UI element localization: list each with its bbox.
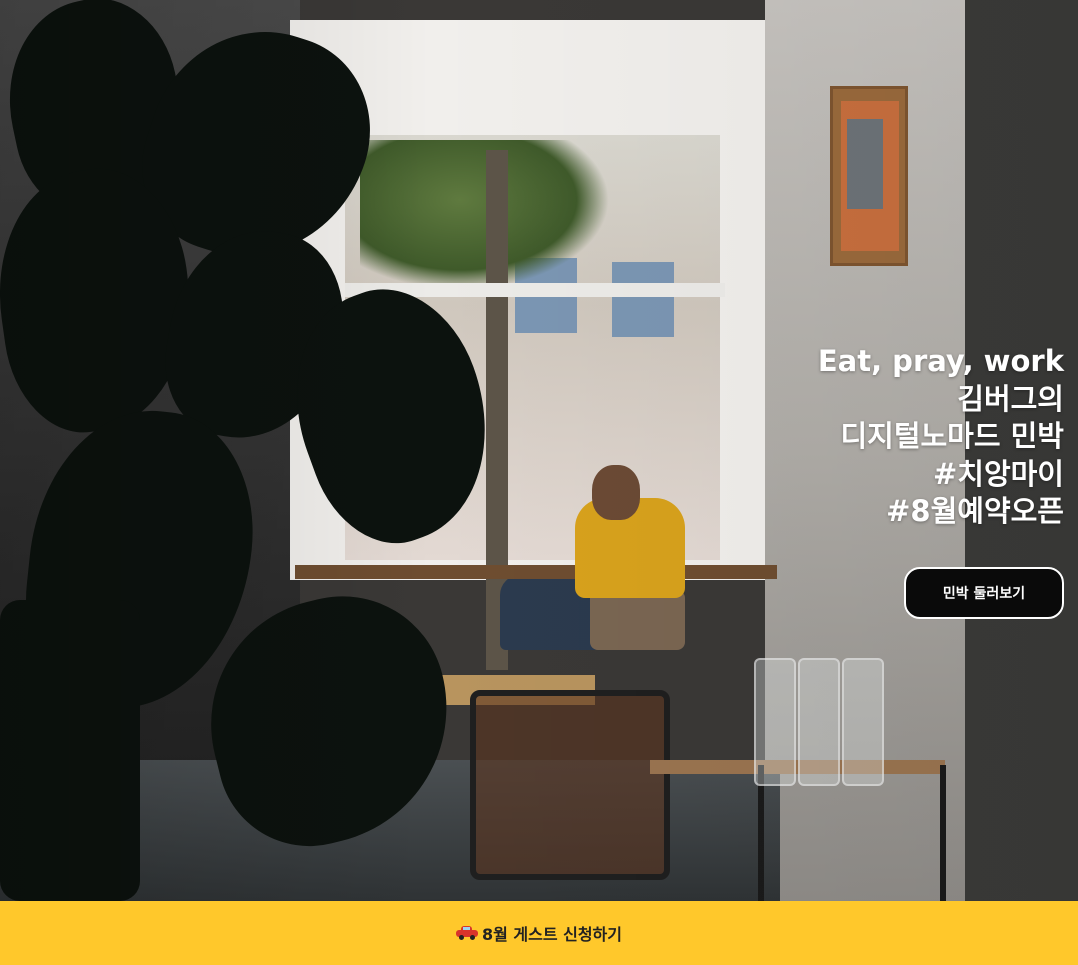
car-icon [455, 926, 478, 940]
guest-apply-banner[interactable]: 8월 게스트 신청하기 [0, 901, 1078, 965]
hero-line-2: 김버그의 [957, 381, 1064, 416]
hero-headline: Eat, pray, work 김버그의 디지털노마드 민박 #치앙마이 #8월… [664, 343, 1064, 531]
banner-label: 8월 게스트 신청하기 [481, 925, 623, 944]
hero-section: Eat, pray, work 김버그의 디지털노마드 민박 #치앙마이 #8월… [0, 0, 1078, 901]
banner-content: 8월 게스트 신청하기 [455, 921, 623, 945]
hero-line-3: 디지털노마드 민박 [840, 419, 1064, 453]
hero-line-5: #8월예약오픈 [886, 494, 1064, 528]
hero-line-1: Eat, pray, work [817, 344, 1064, 378]
hero-line-4: #치앙마이 [932, 456, 1064, 491]
browse-stay-button[interactable]: 민박 둘러보기 [904, 567, 1064, 619]
